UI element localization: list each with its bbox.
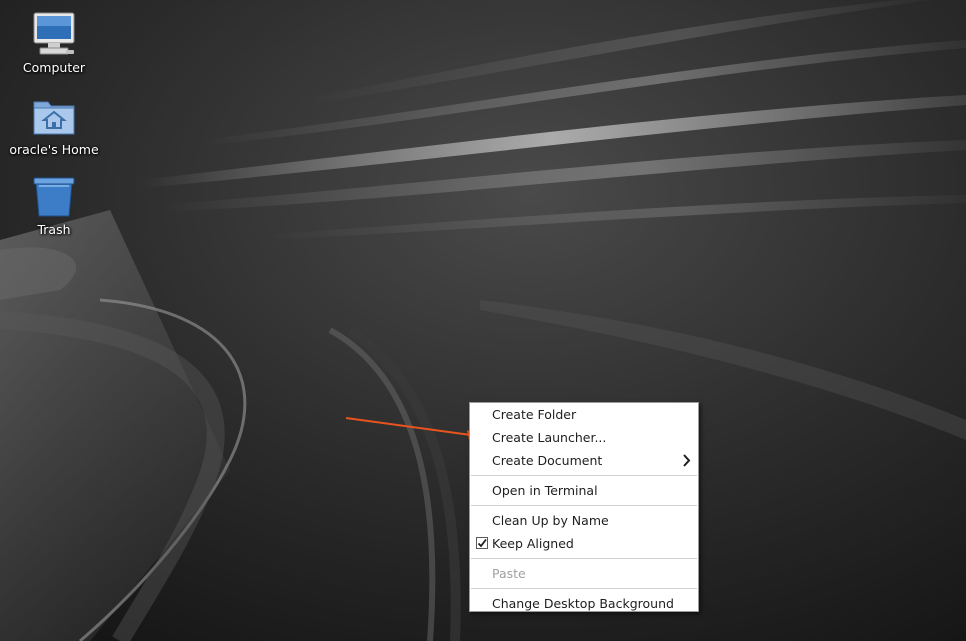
chevron-right-icon xyxy=(683,454,691,467)
menu-item-change-desktop-background[interactable]: Change Desktop Background xyxy=(470,592,698,615)
menu-item-create-launcher[interactable]: Create Launcher... xyxy=(470,426,698,449)
menu-separator xyxy=(471,505,697,506)
computer-icon xyxy=(33,12,75,55)
menu-item-label: Create Launcher... xyxy=(492,430,607,445)
menu-item-clean-up-by-name[interactable]: Clean Up by Name xyxy=(470,509,698,532)
desktop-icon-trash[interactable]: Trash xyxy=(0,172,108,237)
desktop-icon-label: Trash xyxy=(37,222,71,237)
menu-item-label: Create Folder xyxy=(492,407,577,422)
home-folder-icon xyxy=(33,101,75,135)
desktop-icon-label: Computer xyxy=(22,60,86,75)
menu-item-create-folder[interactable]: Create Folder xyxy=(470,403,698,426)
menu-item-paste: Paste xyxy=(470,562,698,585)
menu-item-label: Change Desktop Background xyxy=(492,596,674,611)
annotation-arrow-icon xyxy=(345,417,480,440)
menu-item-label: Create Document xyxy=(492,453,603,468)
menu-separator xyxy=(471,588,697,589)
menu-item-create-document[interactable]: Create Document xyxy=(470,449,698,472)
checkbox-checked-icon xyxy=(476,537,488,549)
desktop-icon-computer[interactable]: Computer xyxy=(0,10,108,75)
menu-separator xyxy=(471,475,697,476)
menu-separator xyxy=(471,558,697,559)
trash-icon xyxy=(33,177,75,217)
menu-item-open-in-terminal[interactable]: Open in Terminal xyxy=(470,479,698,502)
menu-item-label: Open in Terminal xyxy=(492,483,598,498)
desktop-context-menu: Create Folder Create Launcher... Create … xyxy=(469,402,699,612)
menu-item-label: Clean Up by Name xyxy=(492,513,609,528)
menu-item-keep-aligned[interactable]: Keep Aligned xyxy=(470,532,698,555)
desktop-icon-home[interactable]: oracle's Home xyxy=(0,92,108,157)
menu-item-label: Paste xyxy=(492,566,526,581)
menu-item-label: Keep Aligned xyxy=(492,536,574,551)
desktop-icon-label: oracle's Home xyxy=(9,142,99,157)
